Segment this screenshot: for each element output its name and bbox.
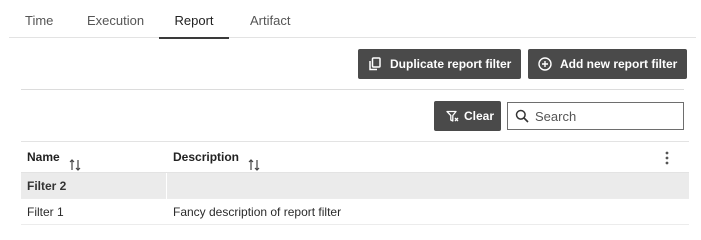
clear-filter-button[interactable]: Clear [434, 101, 501, 131]
filter-clear-icon [446, 110, 459, 123]
row-name: Filter 2 [27, 179, 67, 193]
copy-icon [368, 57, 382, 71]
tab-execution[interactable]: Execution [87, 0, 144, 38]
sort-icon[interactable] [68, 151, 82, 171]
add-circle-icon [538, 57, 552, 71]
row-description: Fancy description of report filter [173, 205, 342, 219]
sort-icon[interactable] [247, 151, 261, 171]
duplicate-report-filter-label: Duplicate report filter [390, 57, 512, 71]
table-row[interactable]: Filter 1 Fancy description of report fil… [21, 199, 689, 225]
tab-artifact[interactable]: Artifact [250, 0, 290, 38]
report-filter-table: Name Description Filter 2 Filter 1 Fancy… [21, 141, 689, 225]
add-new-report-filter-label: Add new report filter [560, 57, 678, 71]
search-box [507, 102, 684, 130]
column-header-description-label: Description [173, 150, 240, 164]
table-header: Name Description [21, 141, 689, 173]
row-name: Filter 1 [27, 205, 64, 219]
table-row[interactable]: Filter 2 [21, 173, 689, 199]
column-header-name[interactable]: Name [27, 142, 82, 173]
column-header-name-label: Name [27, 150, 60, 164]
add-new-report-filter-button[interactable]: Add new report filter [528, 49, 687, 79]
search-input[interactable] [535, 108, 675, 124]
cell-divider [166, 173, 167, 199]
clear-label: Clear [464, 109, 495, 123]
tab-time[interactable]: Time [25, 0, 53, 38]
column-header-description[interactable]: Description [173, 142, 261, 173]
duplicate-report-filter-button[interactable]: Duplicate report filter [358, 49, 521, 79]
more-options-icon[interactable] [661, 150, 673, 166]
divider [21, 89, 684, 90]
tab-report[interactable]: Report [159, 0, 229, 39]
search-icon [515, 109, 529, 123]
tab-bar: Time Execution Report Artifact [9, 0, 696, 39]
